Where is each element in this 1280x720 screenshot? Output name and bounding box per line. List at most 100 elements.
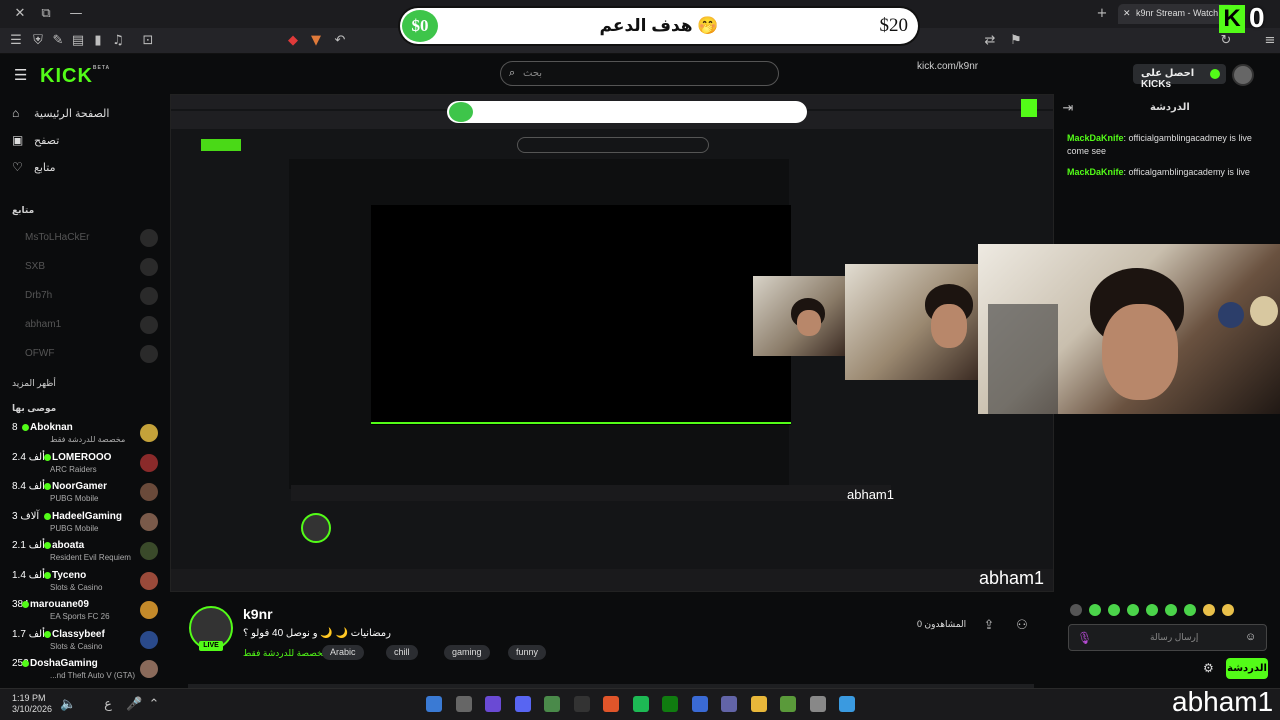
sidebar-nav-item[interactable]: ♡ متابع	[12, 158, 162, 180]
emote-icon[interactable]	[1146, 604, 1158, 616]
recommended-channel-name[interactable]: LOMEROOO	[52, 452, 111, 463]
emote-icon[interactable]	[1108, 604, 1120, 616]
channel-avatar[interactable]	[140, 660, 158, 678]
share-icon[interactable]: ⇪	[981, 618, 997, 634]
channel-avatar[interactable]	[140, 571, 158, 590]
recommended-channel-name[interactable]: Classybeef	[52, 629, 105, 640]
volume-icon[interactable]: 🔈	[60, 697, 76, 713]
app-icon[interactable]	[455, 696, 472, 712]
spotify-icon[interactable]	[632, 696, 649, 712]
bookmark-icon[interactable]: ⚑	[1008, 33, 1024, 49]
language-icon[interactable]: ع	[100, 697, 116, 713]
search-bar[interactable]: ⌕ بحث	[500, 61, 779, 86]
kick-logo[interactable]: KICKBETA	[40, 65, 110, 88]
following-channel[interactable]: MsToLHaCkEr	[25, 232, 89, 243]
microphone-icon[interactable]: 🎙	[1077, 631, 1092, 645]
emote-icon[interactable]	[1203, 604, 1215, 616]
stream-tag[interactable]: Arabic	[322, 645, 364, 660]
emote-icon[interactable]	[1089, 604, 1101, 616]
obs-icon[interactable]	[485, 696, 501, 712]
xbox-icon[interactable]	[662, 696, 678, 712]
streamer-name[interactable]: k9nr	[243, 606, 273, 622]
user-avatar[interactable]	[1232, 64, 1254, 86]
minecraft-icon[interactable]	[780, 696, 796, 712]
channel-avatar[interactable]	[140, 424, 158, 442]
channel-avatar[interactable]	[140, 630, 158, 649]
recommended-channel-name[interactable]: NoorGamer	[52, 481, 107, 492]
channel-avatar[interactable]	[140, 601, 158, 619]
emote-bar[interactable]	[1070, 603, 1270, 619]
window-minimize-icon[interactable]: —	[68, 6, 84, 22]
brave-rewards-icon[interactable]: ▼	[308, 33, 324, 49]
recommended-channel-name[interactable]: Tyceno	[52, 570, 86, 581]
stream-tag[interactable]: chill	[386, 645, 418, 660]
window-close-icon[interactable]: ✕	[12, 6, 28, 22]
send-chat-button[interactable]: الدردشة	[1226, 658, 1268, 679]
emote-icon[interactable]	[1070, 604, 1082, 616]
tab-close-icon[interactable]: ✕	[1123, 8, 1131, 19]
recommended-channel-name[interactable]: HadeelGaming	[52, 511, 122, 522]
tray-chevron-icon[interactable]: ⌃	[146, 697, 162, 713]
browser-tab[interactable]: ✕ k9nr Stream - Watch Li	[1118, 4, 1234, 24]
following-channel[interactable]: OFWF	[25, 348, 54, 359]
shield-icon[interactable]: ⛨	[30, 33, 46, 49]
show-more-link[interactable]: أظهر المزيد	[12, 378, 56, 389]
brave-icon[interactable]	[603, 696, 619, 712]
sidebar-toggle-icon[interactable]: ☰	[8, 33, 24, 49]
new-tab-icon[interactable]: +	[1094, 6, 1110, 22]
stream-category[interactable]: مخصصة للدردشة فقط	[243, 648, 328, 659]
follow-user-icon[interactable]: ⚇	[1014, 618, 1030, 634]
recommended-channel-name[interactable]: aboata	[52, 540, 84, 551]
window-restore-icon[interactable]: ⧉	[38, 6, 54, 22]
channel-avatar[interactable]	[140, 229, 158, 247]
microphone-tray-icon[interactable]: 🎤	[126, 697, 142, 713]
emote-icon[interactable]	[1222, 604, 1234, 616]
channel-avatar[interactable]	[140, 542, 158, 560]
discord-icon[interactable]	[514, 696, 531, 712]
sidebar-panel-icon[interactable]: ▮	[90, 33, 106, 49]
chrome-icon[interactable]	[544, 696, 560, 712]
recommended-channel-name[interactable]: marouane09	[30, 599, 89, 610]
following-channel[interactable]: Drb7h	[25, 290, 52, 301]
screenshot-icon[interactable]: ⊡	[140, 33, 156, 49]
recommended-channel-name[interactable]: Aboknan	[30, 422, 73, 433]
sidebar-nav-item[interactable]: ▣ تصفح	[12, 131, 162, 153]
windows-security-icon[interactable]	[426, 696, 442, 712]
search-taskbar-icon[interactable]	[809, 696, 826, 712]
channel-avatar[interactable]	[140, 287, 158, 305]
url-bar[interactable]: kick.com/k9nr	[917, 61, 978, 72]
channel-avatar[interactable]	[140, 316, 158, 334]
teams-icon[interactable]	[721, 696, 737, 712]
menu-icon[interactable]: ≡	[1262, 33, 1278, 49]
taskbar-clock[interactable]: 1:19 PM 3/10/2026	[12, 693, 52, 715]
channel-avatar[interactable]	[140, 483, 158, 501]
back-icon[interactable]: ↶	[332, 33, 348, 49]
hamburger-icon[interactable]: ☰	[14, 66, 27, 84]
tune-icon[interactable]: ⇄	[982, 33, 998, 49]
store-icon[interactable]	[691, 696, 708, 712]
terminal-icon[interactable]	[573, 696, 590, 712]
reload-icon[interactable]: ↻	[1218, 33, 1234, 49]
channel-avatar[interactable]	[140, 345, 158, 363]
following-channel[interactable]: abham1	[25, 319, 61, 330]
start-icon[interactable]	[839, 696, 855, 712]
sidebar-nav-item[interactable]: ⌂ الصفحة الرئيسية	[12, 104, 162, 126]
emote-icon[interactable]	[1127, 604, 1139, 616]
file-explorer-icon[interactable]	[750, 696, 767, 712]
collapse-chat-icon[interactable]: ⇥	[1060, 101, 1076, 117]
emoji-icon[interactable]: ☺	[1245, 631, 1256, 643]
extension-icon[interactable]: ✎	[50, 33, 66, 49]
channel-avatar[interactable]	[140, 453, 158, 472]
reader-icon[interactable]: ▤	[70, 33, 86, 49]
chat-settings-icon[interactable]: ⚙	[1203, 661, 1214, 675]
emote-icon[interactable]	[1184, 604, 1196, 616]
channel-avatar[interactable]	[140, 258, 158, 276]
following-channel[interactable]: SXB	[25, 261, 45, 272]
stream-tag[interactable]: funny	[508, 645, 547, 660]
emote-icon[interactable]	[1165, 604, 1177, 616]
brave-shield-icon[interactable]: ◆	[285, 33, 301, 49]
recommended-channel-name[interactable]: DoshaGaming	[30, 658, 98, 669]
chat-username[interactable]: MackDaKnife	[1067, 167, 1124, 177]
search-input[interactable]: بحث	[523, 68, 542, 79]
channel-avatar[interactable]	[140, 512, 158, 531]
